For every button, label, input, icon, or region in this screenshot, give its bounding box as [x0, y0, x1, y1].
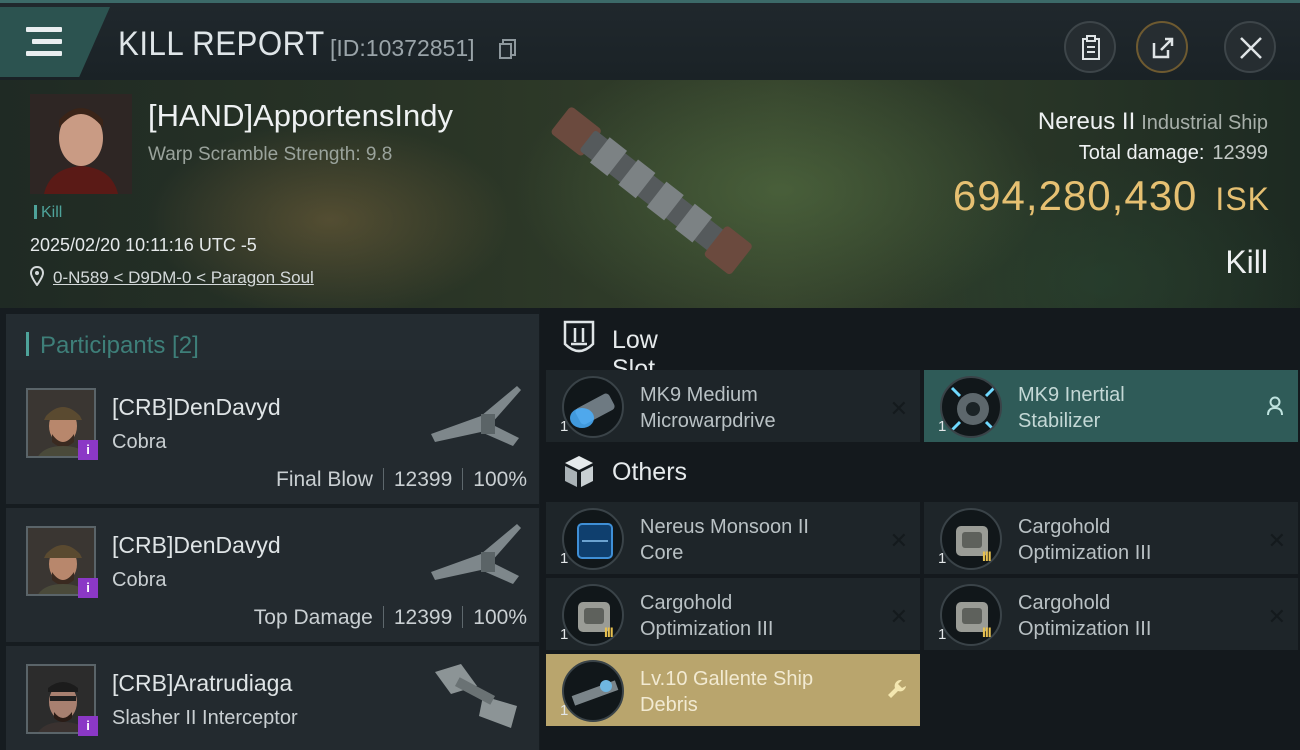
participant-ship: Cobra	[112, 569, 167, 591]
clipboard-icon	[1082, 35, 1100, 60]
kill-tag: Kill	[34, 204, 62, 222]
info-badge[interactable]: i	[78, 578, 98, 598]
share-icon	[1152, 37, 1174, 59]
cargohold-optimization-icon	[940, 508, 1002, 570]
fitting-panel: Low Slot 1 MK9 Medium Microwarpdrive ✕ 1 …	[540, 308, 1300, 750]
item-quantity: 1	[560, 702, 569, 719]
participant-ship-icon	[435, 664, 517, 728]
participant-ship-icon	[431, 386, 521, 446]
participant-ship: Slasher II Interceptor	[112, 707, 298, 729]
item-slot[interactable]: 1 MK9 Inertial Stabilizer	[924, 370, 1298, 442]
kill-result: Kill	[1225, 244, 1268, 280]
destroyed-icon: ✕	[1267, 604, 1286, 629]
warp-scramble-strength: Warp Scramble Strength: 9.8	[148, 144, 393, 165]
kill-timestamp: 2025/02/20 10:11:16 UTC -5	[30, 235, 257, 255]
share-button[interactable]	[1136, 21, 1188, 73]
participant-name: [CRB]DenDavyd	[112, 532, 281, 558]
info-badge[interactable]: i	[78, 716, 98, 736]
destroyed-icon: ✕	[889, 528, 908, 553]
item-quantity: 1	[560, 626, 569, 643]
participant-stats: Final Blow 12399 100%	[276, 468, 527, 492]
inertial-stabilizer-icon	[940, 376, 1002, 438]
participant-row[interactable]: i [CRB]Aratrudiaga Slasher II Intercepto…	[6, 646, 539, 750]
item-name: Lv.10 Gallente Ship Debris	[640, 668, 814, 716]
person-icon	[1267, 396, 1283, 416]
item-quantity: 1	[560, 418, 569, 435]
tech-level-iii-mark: III	[982, 624, 992, 640]
item-name: MK9 Medium Microwarpdrive	[640, 384, 776, 432]
isk-unit: ISK	[1215, 181, 1270, 217]
item-name: Nereus Monsoon II Core	[640, 516, 809, 564]
kill-location-link[interactable]: 0-N589 < D9DM-0 < Paragon Soul	[53, 268, 314, 288]
page-title: KILL REPORT	[118, 25, 325, 63]
ship-debris-icon	[562, 660, 624, 722]
item-name: Cargohold Optimization III	[1018, 592, 1152, 640]
total-damage: Total damage: 12399	[1079, 142, 1268, 165]
info-badge[interactable]: i	[78, 440, 98, 460]
wrench-icon	[888, 680, 906, 698]
isk-value: 694,280,430 ISK	[953, 172, 1270, 220]
cargohold-optimization-icon	[940, 584, 1002, 646]
victim-avatar[interactable]	[30, 94, 132, 194]
menu-button[interactable]	[0, 7, 110, 77]
close-icon	[1240, 37, 1262, 59]
total-damage-label: Total damage:	[1078, 142, 1205, 164]
participant-name: [CRB]DenDavyd	[112, 394, 281, 420]
total-damage-value: 12399	[1212, 142, 1268, 164]
participant-ship-icon	[431, 524, 521, 584]
item-name: MK9 Inertial Stabilizer	[1018, 384, 1125, 432]
destroyed-icon: ✕	[1267, 528, 1286, 553]
participant-role: Top Damage	[253, 606, 373, 629]
menu-icon	[26, 27, 62, 57]
participants-header[interactable]: Participants [2]	[6, 314, 539, 372]
participant-ship: Cobra	[112, 431, 167, 453]
clipboard-button[interactable]	[1064, 21, 1116, 73]
report-id: [ID:10372851]	[330, 35, 475, 61]
ship-core-icon	[562, 508, 624, 570]
participants-title: Participants [2]	[40, 332, 199, 359]
item-name: Cargohold Optimization III	[1018, 516, 1152, 564]
item-slot[interactable]: III 1 Cargohold Optimization III ✕	[924, 578, 1298, 650]
microwarpdrive-icon	[562, 376, 624, 438]
item-slot[interactable]: III 1 Cargohold Optimization III ✕	[924, 502, 1298, 574]
participant-stats: Top Damage 12399 100%	[254, 606, 527, 630]
isk-amount: 694,280,430	[952, 172, 1198, 219]
close-button[interactable]	[1224, 21, 1276, 73]
item-slot[interactable]: III 1 Cargohold Optimization III ✕	[546, 578, 920, 650]
item-name: Cargohold Optimization III	[640, 592, 774, 640]
item-slot[interactable]: 1 Nereus Monsoon II Core ✕	[546, 502, 920, 574]
copy-icon[interactable]	[499, 39, 517, 59]
destroyed-icon: ✕	[889, 396, 908, 421]
low-slot-icon	[563, 320, 595, 353]
cargohold-optimization-icon	[562, 584, 624, 646]
item-quantity: 1	[938, 550, 947, 567]
participant-role: Final Blow	[276, 468, 373, 491]
tech-level-iii-mark: III	[982, 548, 992, 564]
participant-damage: 12399	[393, 606, 453, 629]
participant-row[interactable]: i [CRB]DenDavyd Cobra Final Blow 12399 100…	[6, 370, 539, 504]
victim-ship: Nereus II Industrial Ship	[1038, 108, 1268, 136]
victim-ship-class: Industrial Ship	[1141, 112, 1268, 134]
header-bar: KILL REPORT [ID:10372851]	[0, 0, 1300, 80]
victim-name: [HAND]ApportensIndy	[148, 98, 453, 133]
participant-name: [CRB]Aratrudiaga	[112, 670, 293, 696]
victim-summary: [HAND]ApportensIndy Warp Scramble Streng…	[0, 80, 1300, 308]
cube-icon	[565, 456, 593, 487]
item-slot[interactable]: 1 Lv.10 Gallente Ship Debris	[546, 654, 920, 726]
tech-level-iii-mark: III	[604, 624, 614, 640]
victim-ship-image	[551, 107, 752, 275]
participant-damage: 12399	[393, 468, 453, 491]
participants-panel: Participants [2] i [CRB]DenDavyd Cobra F…	[0, 308, 540, 750]
item-quantity: 1	[560, 550, 569, 567]
participant-row[interactable]: i [CRB]DenDavyd Cobra Top Damage 12399 100…	[6, 508, 539, 642]
participant-percent: 100%	[473, 468, 527, 491]
destroyed-icon: ✕	[889, 604, 908, 629]
item-quantity: 1	[938, 626, 947, 643]
item-quantity: 1	[938, 418, 947, 435]
others-title: Others	[612, 458, 688, 486]
victim-ship-name: Nereus II	[1037, 108, 1136, 135]
participant-percent: 100%	[473, 606, 527, 629]
item-slot[interactable]: 1 MK9 Medium Microwarpdrive ✕	[546, 370, 920, 442]
location-pin-icon	[30, 266, 44, 286]
